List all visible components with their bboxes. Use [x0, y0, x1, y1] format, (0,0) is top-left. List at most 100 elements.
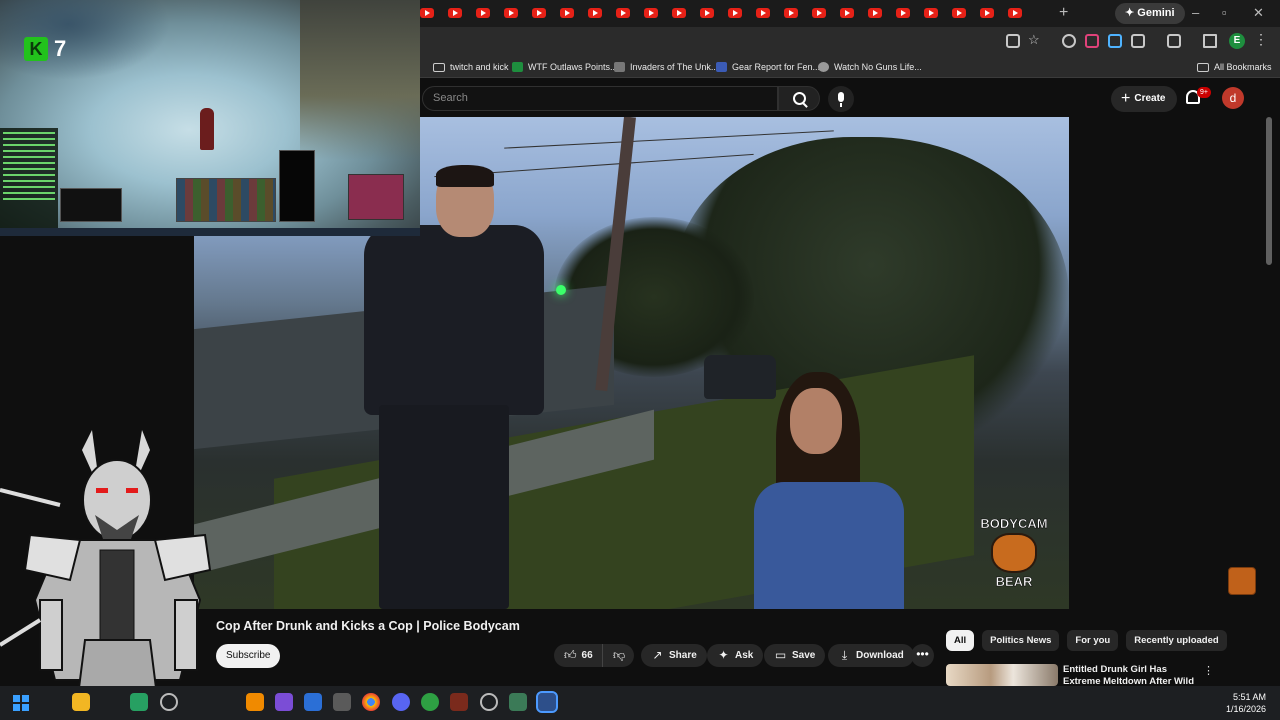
sparkle-icon: ✦ — [1125, 7, 1138, 19]
bookmark-item[interactable]: Gear Report for Fen... — [716, 59, 820, 75]
recommended-thumbnail[interactable] — [946, 664, 1058, 686]
filter-chips: All Politics News For you Recently uploa… — [946, 630, 1227, 651]
youtube-tab[interactable] — [616, 6, 630, 20]
chrome-icon[interactable] — [362, 693, 380, 711]
youtube-tab[interactable] — [420, 6, 434, 20]
thumbs-down-icon: 👎︎ — [613, 648, 626, 662]
youtube-tab[interactable] — [504, 6, 518, 20]
plus-icon: + — [1121, 90, 1131, 107]
game-app-icon[interactable] — [450, 693, 468, 711]
settings-gear-icon[interactable] — [480, 693, 498, 711]
discord-icon[interactable] — [392, 693, 410, 711]
ask-button[interactable]: ✦ Ask — [707, 644, 764, 667]
app-icon[interactable] — [421, 693, 439, 711]
taskbar-clock[interactable]: 5:51 AM 1/16/2026 — [1218, 691, 1266, 715]
vlc-icon[interactable] — [246, 693, 264, 711]
active-app-icon[interactable] — [536, 691, 558, 713]
recommended-title[interactable]: Entitled Drunk Girl Has Extreme Meltdown… — [1063, 664, 1198, 686]
minimize-button[interactable]: – — [1192, 5, 1199, 20]
youtube-tab[interactable] — [588, 6, 602, 20]
youtube-tab[interactable] — [896, 6, 910, 20]
game-terrain — [300, 0, 420, 160]
bookmark-label: twitch and kick — [450, 62, 509, 72]
youtube-tab[interactable] — [672, 6, 686, 20]
app-icon[interactable] — [160, 693, 178, 711]
woman-shirt — [754, 482, 904, 609]
bookmark-star-icon[interactable]: ☆ — [1028, 32, 1042, 47]
viewer-count: 7 — [54, 36, 67, 61]
youtube-tab[interactable] — [1008, 6, 1022, 20]
youtube-tab[interactable] — [868, 6, 882, 20]
like-button[interactable]: 👍︎ 66 — [554, 644, 602, 667]
youtube-tab[interactable] — [952, 6, 966, 20]
ask-label: Ask — [735, 650, 754, 661]
all-bookmarks-button[interactable]: All Bookmarks — [1197, 59, 1272, 75]
more-actions-icon[interactable]: ••• — [911, 644, 934, 667]
game-taskbar — [0, 228, 420, 236]
search-button[interactable] — [778, 86, 820, 111]
youtube-tab[interactable] — [532, 6, 546, 20]
new-tab-button[interactable]: + — [1059, 4, 1068, 22]
more-options-icon[interactable]: ⋮ — [1203, 664, 1214, 677]
dislike-button[interactable]: 👎︎ — [602, 644, 634, 667]
windows-taskbar: 5:51 AM 1/16/2026 — [0, 686, 1280, 720]
app-icon[interactable] — [275, 693, 293, 711]
extension-icon[interactable] — [1062, 34, 1076, 48]
reading-list-icon[interactable] — [1203, 34, 1217, 48]
cast-icon[interactable] — [1006, 34, 1020, 48]
share-button[interactable]: ↗ Share — [641, 644, 707, 667]
youtube-tab[interactable] — [476, 6, 490, 20]
save-button[interactable]: ▭ Save — [764, 644, 826, 667]
create-button[interactable]: + Create — [1111, 86, 1178, 112]
extension-icon[interactable] — [1108, 34, 1122, 48]
app-icon[interactable] — [130, 693, 148, 711]
page-scrollbar[interactable] — [1266, 117, 1272, 265]
chip-for-you[interactable]: For you — [1067, 630, 1119, 651]
bookmark-item[interactable]: WTF Outlaws Points... — [512, 59, 618, 75]
gemini-button[interactable]: ✦ Gemini — [1115, 3, 1185, 24]
youtube-tab[interactable] — [812, 6, 826, 20]
browser-menu-icon[interactable]: ⋮ — [1254, 31, 1268, 48]
app-icon[interactable] — [304, 693, 322, 711]
extensions-puzzle-icon[interactable] — [1131, 34, 1145, 48]
windows-start-icon[interactable] — [13, 695, 29, 711]
youtube-header: Search + Create 9+ d — [420, 79, 1280, 117]
youtube-tab[interactable] — [448, 6, 462, 20]
voice-search-button[interactable] — [828, 86, 854, 112]
youtube-tab[interactable] — [784, 6, 798, 20]
chip-politics-news[interactable]: Politics News — [982, 630, 1060, 651]
bookmark-item[interactable]: Watch No Guns Life... — [818, 59, 922, 75]
app-icon[interactable] — [333, 693, 351, 711]
like-count: 66 — [581, 650, 593, 661]
youtube-tab[interactable] — [560, 6, 574, 20]
youtube-tab[interactable] — [700, 6, 714, 20]
browser-toolbar: ☆ E ⋮ — [420, 27, 1280, 56]
youtube-tab[interactable] — [756, 6, 770, 20]
channel-logo-icon — [1228, 567, 1256, 595]
extension-icon[interactable] — [1085, 34, 1099, 48]
bookmarks-bar: twitch and kick WTF Outlaws Points... In… — [420, 56, 1280, 78]
youtube-tab[interactable] — [728, 6, 742, 20]
maximize-button[interactable]: ▫ — [1222, 5, 1227, 20]
file-explorer-icon[interactable] — [72, 693, 90, 711]
download-icon: ⤓ — [841, 648, 848, 662]
download-button[interactable]: ⤓ Download — [828, 644, 914, 667]
chip-recently-uploaded[interactable]: Recently uploaded — [1126, 630, 1227, 651]
youtube-tab[interactable] — [924, 6, 938, 20]
screenshot-icon[interactable] — [1167, 34, 1181, 48]
youtube-tab[interactable] — [840, 6, 854, 20]
search-input[interactable]: Search — [422, 86, 778, 111]
account-avatar[interactable]: d — [1222, 87, 1244, 109]
youtube-tab[interactable] — [644, 6, 658, 20]
bookmark-item[interactable]: Invaders of The Unk... — [614, 59, 718, 75]
gemini-label: Gemini — [1137, 7, 1175, 19]
officer-hair — [436, 165, 494, 187]
recommended-video[interactable]: Entitled Drunk Girl Has Extreme Meltdown… — [946, 664, 1266, 686]
close-window-button[interactable]: ✕ — [1253, 5, 1264, 21]
watermark-line1: BODYCAM — [980, 516, 1048, 531]
bookmark-item[interactable]: twitch and kick — [433, 59, 509, 75]
app-icon[interactable] — [509, 693, 527, 711]
profile-avatar[interactable]: E — [1229, 33, 1245, 49]
chip-all[interactable]: All — [946, 630, 975, 651]
youtube-tab[interactable] — [980, 6, 994, 20]
